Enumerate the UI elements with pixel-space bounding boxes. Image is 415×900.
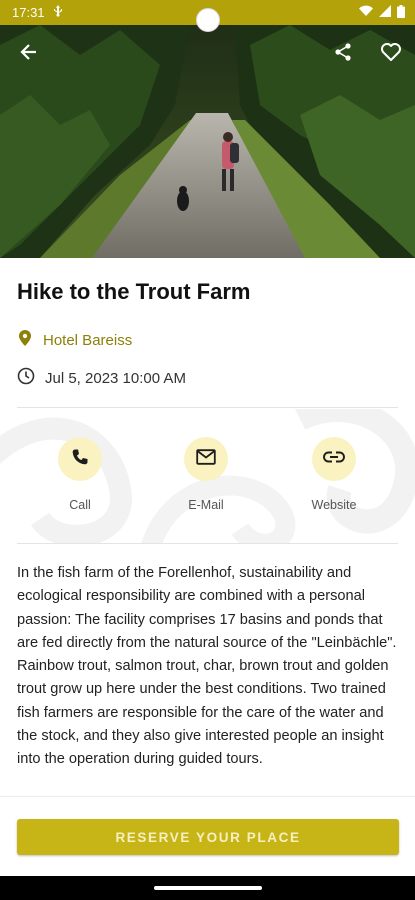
call-button[interactable] — [58, 437, 102, 481]
phone-icon — [71, 448, 89, 471]
location-pin-icon — [17, 329, 33, 351]
favorite-button[interactable] — [376, 39, 406, 69]
call-action[interactable]: Call — [35, 437, 125, 512]
datetime-text: Jul 5, 2023 10:00 AM — [45, 369, 186, 387]
status-right — [359, 4, 405, 21]
event-title: Hike to the Trout Farm — [17, 279, 251, 304]
call-label: Call — [69, 498, 91, 512]
back-button[interactable] — [14, 39, 44, 69]
divider-top — [17, 407, 398, 408]
clock-icon — [17, 367, 35, 389]
share-icon — [333, 42, 353, 67]
home-handle[interactable] — [154, 886, 262, 890]
status-left: 17:31 — [12, 5, 63, 20]
camera-cutout — [196, 8, 220, 32]
website-button[interactable] — [312, 437, 356, 481]
event-datetime: Jul 5, 2023 10:00 AM — [17, 367, 186, 389]
reserve-button[interactable]: RESERVE YOUR PLACE — [17, 819, 399, 855]
hero-image — [0, 25, 415, 258]
reserve-panel: RESERVE YOUR PLACE — [0, 796, 415, 876]
usb-icon — [53, 5, 63, 20]
wifi-icon — [359, 5, 373, 20]
heart-outline-icon — [380, 42, 402, 67]
share-button[interactable] — [328, 39, 358, 69]
website-action[interactable]: Website — [289, 437, 379, 512]
website-label: Website — [311, 498, 357, 512]
event-description: In the fish farm of the Forellenhof, sus… — [17, 565, 397, 768]
contact-actions: Call E-Mail Website — [0, 409, 415, 543]
status-time: 17:31 — [12, 5, 45, 20]
battery-icon — [397, 4, 405, 21]
arrow-left-icon — [19, 42, 39, 67]
location-text: Hotel Bareiss — [43, 331, 133, 349]
divider-bottom — [17, 543, 398, 544]
email-action[interactable]: E-Mail — [161, 437, 251, 512]
mail-icon — [196, 448, 216, 470]
event-location[interactable]: Hotel Bareiss — [17, 329, 132, 351]
email-button[interactable] — [184, 437, 228, 481]
link-icon — [323, 450, 345, 468]
signal-icon — [379, 5, 391, 20]
system-nav-bar — [0, 876, 415, 900]
email-label: E-Mail — [188, 498, 224, 512]
